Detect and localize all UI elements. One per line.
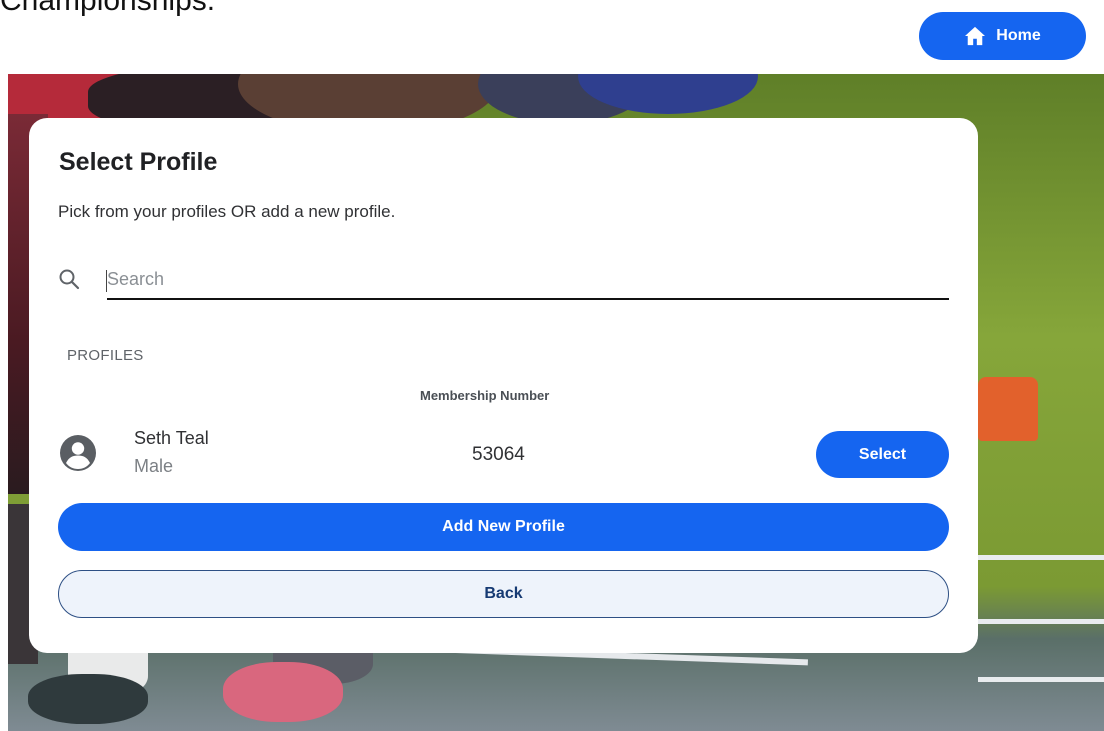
profile-name: Seth Teal [134,428,209,448]
runner-shoe [223,662,343,722]
track-lane-line [978,619,1104,624]
track-lane-line [978,555,1104,560]
track-lane-line [978,677,1104,682]
back-button[interactable]: Back [58,570,949,618]
home-icon [964,26,986,46]
select-profile-card: Select Profile Pick from your profiles O… [29,118,978,653]
add-new-profile-button[interactable]: Add New Profile [58,503,949,551]
home-button[interactable]: Home [919,12,1086,60]
card-subtitle: Pick from your profiles OR add a new pro… [58,202,396,221]
membership-number-column-header: Membership Number [420,388,550,403]
search-input[interactable] [107,266,949,300]
track-cone [978,377,1038,441]
page-heading-fragment: Championships. [0,0,216,17]
account-circle-icon [59,434,97,472]
profiles-section-label: PROFILES [67,347,144,364]
card-title: Select Profile [59,148,218,176]
runner-shoe [28,674,148,724]
text-cursor [106,270,107,292]
membership-number: 53064 [472,444,525,465]
home-button-label: Home [996,27,1041,44]
select-profile-button[interactable]: Select [816,431,949,478]
search-icon [58,268,80,290]
profile-gender: Male [134,456,174,476]
